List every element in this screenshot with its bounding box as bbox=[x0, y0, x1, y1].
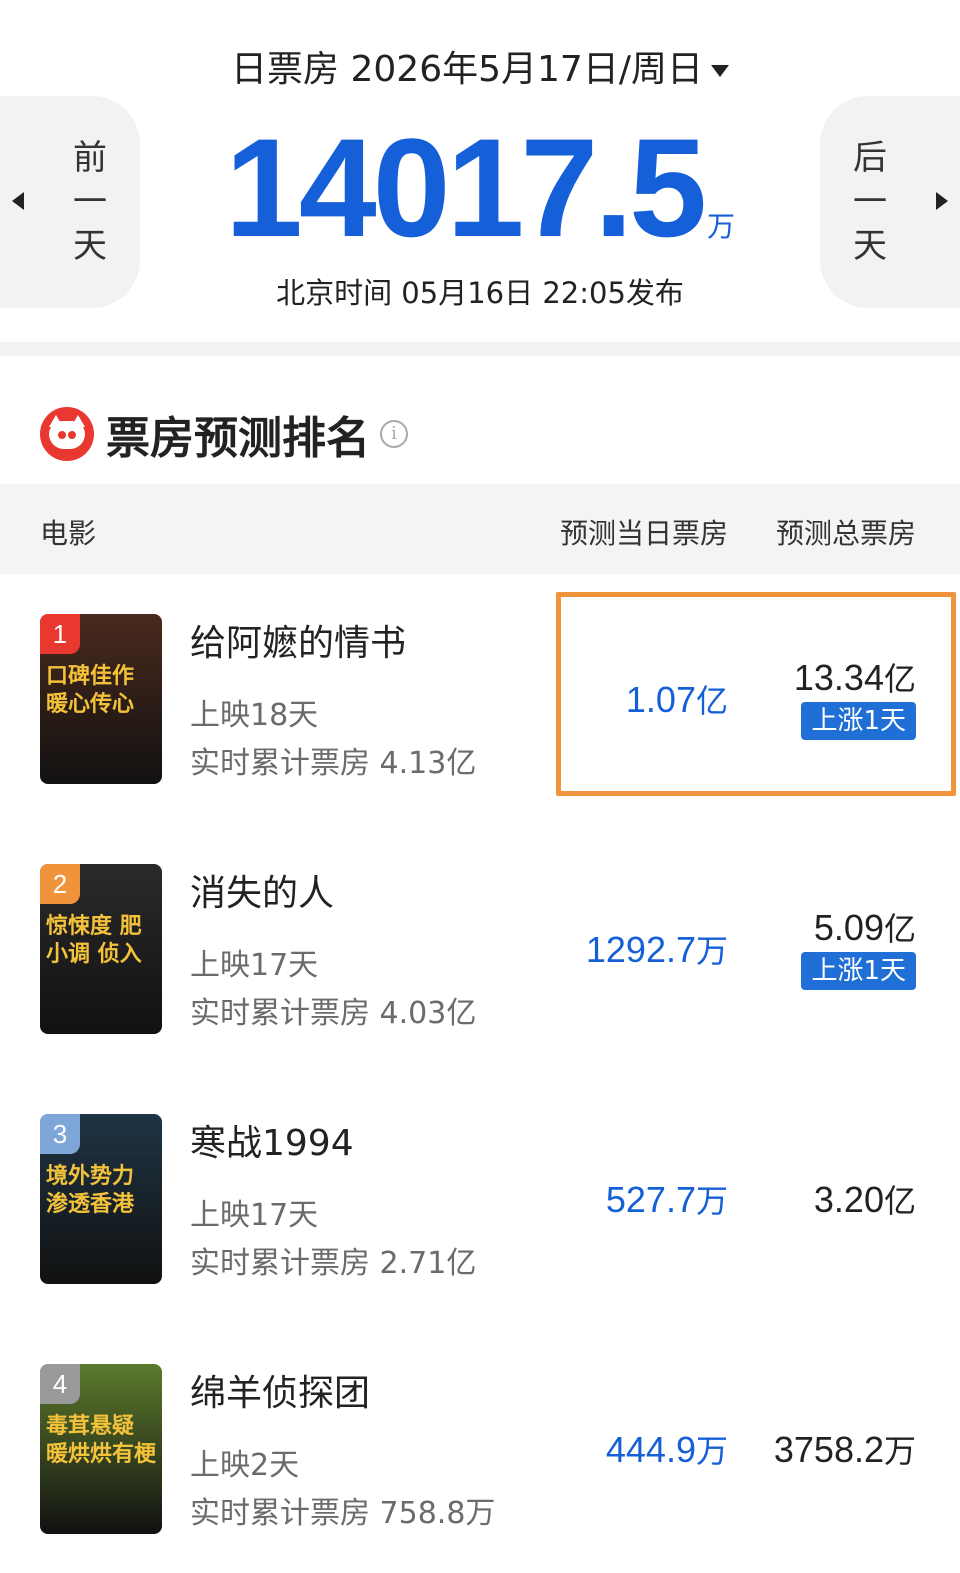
movie-title[interactable]: 绵羊侦探团 bbox=[190, 1364, 370, 1416]
section-title: 票房预测排名 bbox=[106, 413, 370, 464]
total-forecast-unit: 亿 bbox=[883, 1183, 916, 1219]
total-box-office: 14017.5 万 bbox=[0, 118, 960, 258]
maoyan-cat-logo-icon bbox=[40, 407, 94, 461]
movie-release-days: 上映17天 bbox=[190, 948, 319, 983]
poster-tagline: 境外势力 渗透香港 bbox=[46, 1163, 135, 1217]
total-forecast-value: 3.20亿 bbox=[814, 1176, 916, 1222]
total-forecast-number: 3758.2 bbox=[773, 1429, 884, 1470]
movie-cumulative-box-office: 实时累计票房 4.13亿 bbox=[190, 746, 477, 781]
total-forecast-number: 5.09 bbox=[813, 907, 884, 948]
trend-badge: 上涨1天 bbox=[801, 952, 916, 990]
total-forecast-value: 3758.2万 bbox=[774, 1426, 916, 1472]
day-forecast-number: 1292.7 bbox=[585, 929, 696, 970]
total-forecast-number: 3.20 bbox=[813, 1179, 884, 1220]
day-forecast-value: 1292.7万 bbox=[586, 926, 728, 972]
table-row[interactable]: 3 境外势力 渗透香港 寒战1994 上映17天 实时累计票房 2.71亿 52… bbox=[0, 1074, 960, 1324]
movie-title[interactable]: 给阿嬷的情书 bbox=[190, 614, 406, 666]
table-header: 电影 预测当日票房 预测总票房 bbox=[0, 484, 960, 574]
total-forecast-unit: 万 bbox=[883, 1433, 916, 1469]
poster-tagline: 毒茸悬疑 暖烘烘有梗 bbox=[46, 1413, 157, 1467]
movie-cumulative-box-office: 实时累计票房 758.8万 bbox=[190, 1496, 496, 1531]
publish-time: 北京时间 05月16日 22:05发布 bbox=[276, 276, 684, 310]
day-forecast-unit: 万 bbox=[695, 1183, 728, 1219]
total-unit: 万 bbox=[707, 210, 736, 243]
highlight-box bbox=[556, 592, 956, 796]
date-selector[interactable]: 日票房 2026年5月17日/周日 bbox=[0, 40, 960, 92]
movie-release-days: 上映18天 bbox=[190, 698, 319, 733]
poster-tagline: 口碑佳作 暖心传心 bbox=[46, 663, 135, 717]
rank-badge: 1 bbox=[40, 614, 80, 654]
poster-tagline: 惊悚度 肥小调 侦入 bbox=[46, 913, 142, 967]
movie-poster[interactable]: 2 惊悚度 肥小调 侦入 bbox=[40, 864, 162, 1034]
day-forecast-value: 527.7万 bbox=[606, 1176, 728, 1222]
movie-release-days: 上映17天 bbox=[190, 1198, 319, 1233]
column-day-forecast[interactable]: 预测当日票房 bbox=[560, 512, 728, 552]
day-forecast-number: 444.9 bbox=[605, 1429, 696, 1470]
movie-release-days: 上映2天 bbox=[190, 1448, 300, 1483]
total-value: 14017.5 bbox=[224, 109, 707, 266]
movie-cumulative-box-office: 实时累计票房 4.03亿 bbox=[190, 996, 477, 1031]
rank-badge: 2 bbox=[40, 864, 80, 904]
day-forecast-unit: 万 bbox=[695, 933, 728, 969]
column-movie: 电影 bbox=[40, 517, 97, 550]
movie-poster[interactable]: 4 毒茸悬疑 暖烘烘有梗 bbox=[40, 1364, 162, 1534]
movie-poster[interactable]: 3 境外势力 渗透香港 bbox=[40, 1114, 162, 1284]
total-forecast-unit: 亿 bbox=[883, 911, 916, 947]
rank-badge: 4 bbox=[40, 1364, 80, 1404]
table-row[interactable]: 2 惊悚度 肥小调 侦入 消失的人 上映17天 实时累计票房 4.03亿 129… bbox=[0, 824, 960, 1074]
info-icon[interactable]: i bbox=[380, 420, 408, 448]
table-row[interactable]: 4 毒茸悬疑 暖烘烘有梗 绵羊侦探团 上映2天 实时累计票房 758.8万 44… bbox=[0, 1324, 960, 1573]
day-forecast-unit: 万 bbox=[695, 1433, 728, 1469]
rank-badge: 3 bbox=[40, 1114, 80, 1154]
day-forecast-number: 527.7 bbox=[605, 1179, 696, 1220]
total-forecast-value: 5.09亿 bbox=[814, 904, 916, 950]
movie-title[interactable]: 消失的人 bbox=[190, 864, 334, 916]
movie-cumulative-box-office: 实时累计票房 2.71亿 bbox=[190, 1246, 477, 1281]
column-total-forecast[interactable]: 预测总票房 bbox=[776, 512, 916, 552]
movie-title[interactable]: 寒战1994 bbox=[190, 1114, 354, 1166]
date-text: 日票房 2026年5月17日/周日 bbox=[231, 49, 703, 90]
dropdown-caret-icon bbox=[710, 65, 729, 77]
section-header: 票房预测排名 i bbox=[40, 402, 408, 466]
section-divider bbox=[0, 342, 960, 356]
day-forecast-value: 444.9万 bbox=[606, 1426, 728, 1472]
movie-poster[interactable]: 1 口碑佳作 暖心传心 bbox=[40, 614, 162, 784]
